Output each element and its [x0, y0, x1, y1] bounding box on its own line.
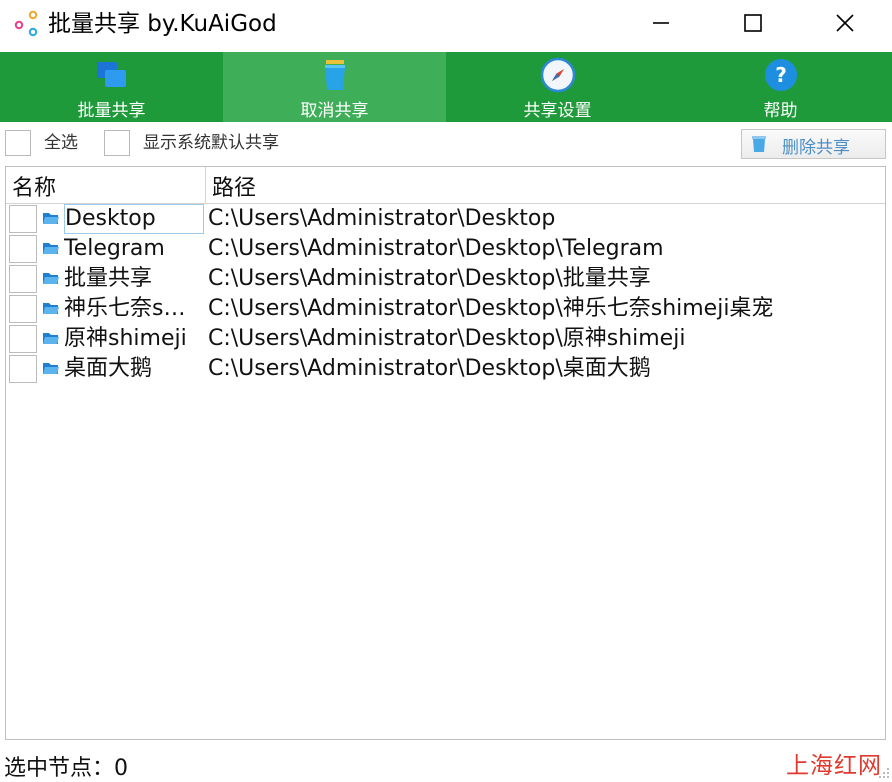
watermark: 上海红网 [786, 753, 882, 779]
show-default-shares-label: 显示系统默认共享 [143, 133, 279, 153]
delete-share-button[interactable]: 删除共享 [741, 129, 886, 159]
row-path: C:\Users\Administrator\Desktop\神乐七奈shime… [208, 296, 774, 321]
folder-open-icon [43, 213, 59, 224]
toolbar-share-settings[interactable]: 共享设置 [446, 52, 669, 122]
svg-text:?: ? [775, 63, 787, 87]
list-item[interactable]: 神乐七奈s… C:\Users\Administrator\Desktop\神乐… [6, 294, 885, 324]
resize-grip-icon[interactable] [878, 767, 890, 779]
folder-open-icon [43, 363, 59, 374]
maximize-button[interactable] [730, 0, 776, 46]
row-name: 神乐七奈s… [64, 296, 186, 321]
row-path: C:\Users\Administrator\Desktop\Telegram [208, 236, 664, 261]
column-header-name[interactable]: 名称 [6, 167, 206, 203]
row-name: Desktop [64, 204, 204, 234]
row-checkbox[interactable] [9, 295, 37, 323]
minimize-button[interactable] [638, 0, 684, 46]
delete-share-label: 删除共享 [782, 138, 850, 158]
row-path: C:\Users\Administrator\Desktop\桌面大鹅 [208, 356, 651, 381]
trash-can-icon [324, 60, 345, 90]
list-item[interactable]: 原神shimeji C:\Users\Administrator\Desktop… [6, 324, 885, 354]
compass-icon [540, 57, 575, 93]
main-toolbar: 批量共享 取消共享 共享设置 ? 帮助 [0, 52, 892, 122]
folder-open-icon [43, 273, 59, 284]
row-checkbox[interactable] [9, 235, 37, 263]
trash-can-icon [752, 136, 766, 152]
list-header: 名称 路径 [6, 167, 885, 204]
column-header-name-label: 名称 [12, 176, 57, 201]
status-selected-count: 选中节点：0 [4, 756, 128, 781]
row-checkbox[interactable] [9, 355, 37, 383]
close-icon [836, 14, 854, 32]
folder-open-icon [43, 243, 59, 254]
row-path: C:\Users\Administrator\Desktop [208, 206, 556, 231]
select-all-checkbox[interactable] [5, 130, 31, 156]
help-icon: ? [764, 59, 797, 91]
minimize-icon [653, 22, 669, 24]
share-list[interactable]: 名称 路径 Desktop C:\Users\Administrator\Des… [5, 166, 886, 740]
row-checkbox[interactable] [9, 265, 37, 293]
list-item[interactable]: 桌面大鹅 C:\Users\Administrator\Desktop\桌面大鹅 [6, 354, 885, 384]
row-name: 桌面大鹅 [64, 356, 153, 381]
app-logo-icon [14, 10, 38, 37]
maximize-icon [744, 14, 762, 32]
folder-open-icon [43, 333, 59, 344]
column-header-path-label: 路径 [212, 176, 257, 201]
folder-open-icon [43, 303, 59, 314]
list-item[interactable]: 批量共享 C:\Users\Administrator\Desktop\批量共享 [6, 264, 885, 294]
close-button[interactable] [822, 0, 868, 46]
toolbar-label: 帮助 [763, 101, 798, 121]
window-title: 批量共享 by.KuAiGod [48, 11, 277, 37]
title-bar: 批量共享 by.KuAiGod [0, 0, 892, 52]
toolbar-help[interactable]: ? 帮助 [669, 52, 892, 122]
toolbar-cancel-share[interactable]: 取消共享 [223, 52, 446, 122]
column-header-path[interactable]: 路径 [206, 167, 884, 203]
list-item[interactable]: Telegram C:\Users\Administrator\Desktop\… [6, 234, 885, 264]
row-checkbox[interactable] [9, 325, 37, 353]
toolbar-label: 批量共享 [77, 101, 146, 121]
list-item[interactable]: Desktop C:\Users\Administrator\Desktop [6, 204, 885, 234]
row-name: Telegram [64, 236, 165, 261]
show-default-shares-checkbox[interactable] [104, 130, 130, 156]
toolbar-batch-share[interactable]: 批量共享 [0, 52, 223, 122]
windows-stack-icon [96, 62, 126, 87]
toolbar-label: 共享设置 [523, 101, 592, 121]
row-path: C:\Users\Administrator\Desktop\批量共享 [208, 266, 651, 291]
row-path: C:\Users\Administrator\Desktop\原神shimeji [208, 326, 686, 351]
row-checkbox[interactable] [9, 205, 37, 233]
row-name: 批量共享 [64, 266, 153, 291]
toolbar-label: 取消共享 [300, 101, 369, 121]
row-name: 原神shimeji [64, 326, 187, 351]
select-all-label: 全选 [44, 133, 78, 153]
